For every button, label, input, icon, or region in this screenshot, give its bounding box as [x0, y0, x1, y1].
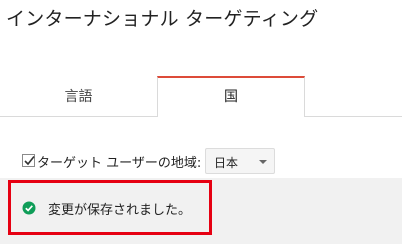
dropdown-arrow-icon: [259, 160, 267, 164]
country-targeting-checkbox[interactable]: [22, 154, 35, 167]
tab-country[interactable]: 国: [157, 76, 305, 117]
country-select-value: 日本: [214, 156, 239, 170]
tab-bar: 言語 国: [0, 76, 402, 117]
country-select[interactable]: 日本: [205, 148, 275, 174]
country-targeting-label: ターゲット ユーザーの地域:: [37, 156, 202, 171]
checkmark-icon: [24, 156, 35, 166]
tab-language[interactable]: 言語: [0, 76, 157, 116]
highlight-box: [8, 180, 212, 235]
page-title: インターナショナル ターゲティング: [6, 8, 319, 30]
